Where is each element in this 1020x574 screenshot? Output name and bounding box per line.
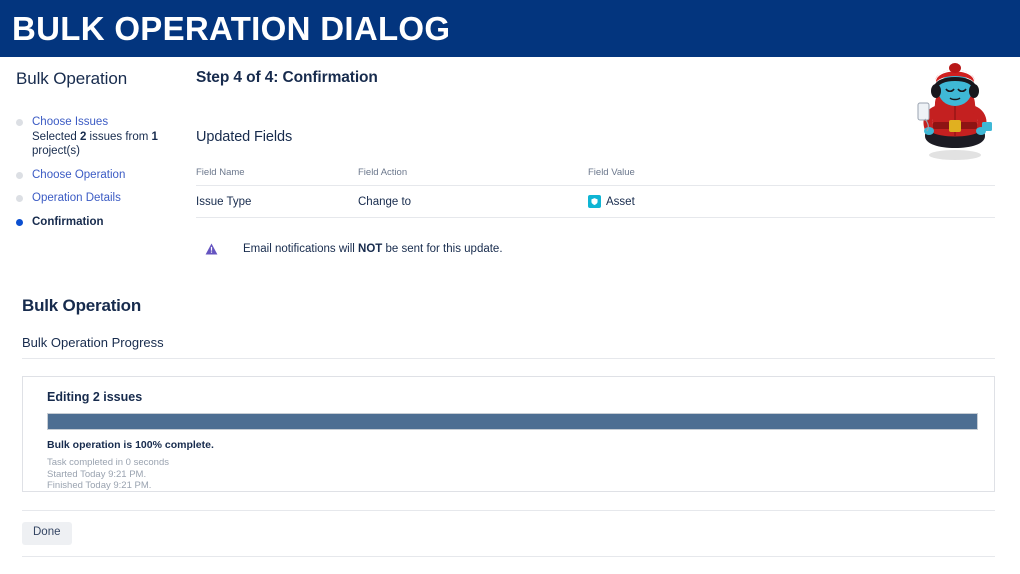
dialog-sidebar: Bulk Operation Choose Issues Selected 2 …	[14, 69, 190, 238]
sidebar-step-choose-operation[interactable]: Choose Operation	[14, 168, 190, 183]
step-link-confirmation[interactable]: Confirmation	[32, 215, 190, 230]
step-link-operation-details[interactable]: Operation Details	[32, 191, 190, 206]
footer-divider-bottom	[22, 555, 995, 557]
column-header-field-action: Field Action	[358, 167, 588, 186]
bulk-operation-screen: BULK OPERATION DIALOG Bulk Operation Cho…	[0, 0, 1020, 574]
updated-fields-heading: Updated Fields	[196, 129, 293, 145]
progress-section-title: Bulk Operation	[22, 296, 142, 315]
notice-text-after: be sent for this update.	[382, 243, 503, 255]
cell-field-action: Change to	[358, 185, 588, 218]
notice-text: Email notifications will NOT be sent for…	[243, 242, 503, 256]
sidebar-title: Bulk Operation	[16, 69, 128, 88]
progress-panel-heading: Editing 2 issues	[47, 390, 143, 404]
sublabel-suffix: project(s)	[32, 145, 80, 157]
progress-panel: Editing 2 issues Bulk operation is 100% …	[22, 376, 995, 492]
column-header-field-name: Field Name	[196, 167, 358, 186]
table-row: Issue Type Change to Asset	[196, 185, 995, 218]
table-header: Field Name Field Action Field Value	[196, 167, 995, 186]
step-bullet-icon	[16, 119, 23, 126]
notice-text-emphasis: NOT	[358, 243, 383, 255]
progress-subtitle: Bulk Operation Progress	[22, 335, 164, 350]
bulk-operation-dialog: Bulk Operation Choose Issues Selected 2 …	[0, 57, 1020, 268]
table-header-row: Field Name Field Action Field Value	[196, 167, 995, 186]
sublabel-prefix: Selected	[32, 130, 80, 143]
sublabel-mid: issues from	[86, 130, 152, 143]
step-bullet-active-icon	[16, 218, 23, 226]
step-heading: Step 4 of 4: Confirmation	[196, 69, 378, 86]
cell-field-name: Issue Type	[196, 185, 358, 218]
sidebar-step-choose-issues[interactable]: Choose Issues Selected 2 issues from 1 p…	[14, 115, 190, 159]
step-link-choose-issues[interactable]: Choose Issues	[32, 115, 190, 130]
progress-meta-started: Started Today 9:21 PM.	[47, 468, 147, 480]
step-link-choose-operation[interactable]: Choose Operation	[32, 168, 190, 183]
warning-triangle-icon	[205, 243, 218, 255]
email-notification-notice: Email notifications will NOT be sent for…	[196, 242, 996, 256]
page-banner: BULK OPERATION DIALOG	[0, 0, 1020, 57]
column-header-field-value: Field Value	[588, 167, 995, 186]
footer-divider-top	[22, 510, 995, 511]
sublabel-project-count: 1	[151, 130, 158, 143]
progress-bar-track	[47, 413, 978, 430]
done-button[interactable]: Done	[22, 522, 72, 545]
step-sublabel-choose-issues: Selected 2 issues from 1 project(s)	[32, 130, 190, 159]
progress-meta-finished: Finished Today 9:21 PM.	[47, 480, 152, 491]
dialog-footer: Done	[22, 522, 1020, 545]
progress-subtitle-wrapper: Bulk Operation Progress	[22, 335, 995, 359]
cell-field-value: Asset	[588, 185, 995, 218]
banner-title: BULK OPERATION DIALOG	[12, 10, 451, 47]
field-value-wrapper: Asset	[588, 195, 995, 208]
step-list: Choose Issues Selected 2 issues from 1 p…	[14, 115, 190, 229]
sidebar-step-confirmation[interactable]: Confirmation	[14, 215, 190, 230]
field-value-label: Asset	[606, 195, 635, 208]
dialog-main-content: Step 4 of 4: Confirmation Updated Fields…	[196, 69, 996, 256]
asset-icon	[588, 195, 601, 208]
step-bullet-icon	[16, 195, 23, 202]
progress-status-text: Bulk operation is 100% complete.	[47, 439, 214, 451]
notice-text-before: Email notifications will	[243, 243, 359, 255]
updated-fields-table: Field Name Field Action Field Value Issu…	[196, 167, 995, 218]
sidebar-step-operation-details[interactable]: Operation Details	[14, 191, 190, 206]
step-bullet-icon	[16, 171, 23, 179]
progress-bar-fill	[48, 414, 977, 429]
progress-meta: Task completed in 0 seconds Started Toda…	[47, 457, 982, 492]
bulk-operation-progress-section: Bulk Operation Bulk Operation Progress E…	[0, 296, 1020, 557]
progress-meta-duration: Task completed in 0 seconds	[47, 457, 169, 468]
table-body: Issue Type Change to Asset	[196, 185, 995, 218]
meditating-mascot-illustration	[917, 63, 992, 160]
